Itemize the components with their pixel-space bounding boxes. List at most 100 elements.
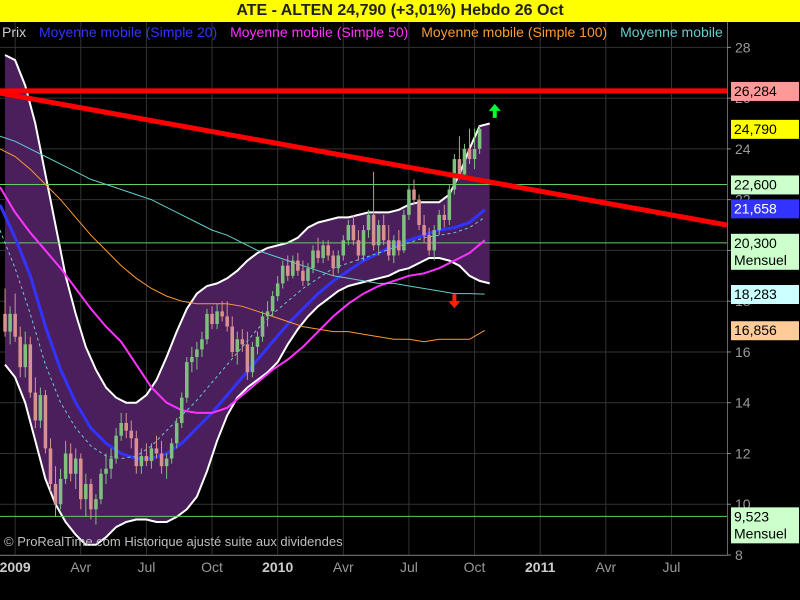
candle-body xyxy=(381,225,386,241)
candle-body xyxy=(331,255,335,269)
candle-body xyxy=(58,478,63,505)
candle-body xyxy=(336,255,341,269)
candle-body xyxy=(185,362,189,398)
candle-body xyxy=(68,453,73,474)
x-tick-label: 2011 xyxy=(525,559,556,575)
candle-body xyxy=(437,214,441,231)
candle-body xyxy=(245,344,250,373)
level-badge-text: Mensuel xyxy=(734,525,787,541)
candle-body xyxy=(402,214,406,251)
candle-body xyxy=(260,316,265,337)
value-badge-text: 16,856 xyxy=(734,322,777,338)
candle-body xyxy=(447,189,452,220)
level-badge-text: 22,600 xyxy=(734,176,777,192)
candle-body xyxy=(94,499,98,510)
candle-body xyxy=(73,458,78,474)
value-badge-text: 21,658 xyxy=(734,200,777,216)
candle-body xyxy=(225,316,229,327)
candle-body xyxy=(195,349,199,358)
candle-body xyxy=(230,326,235,352)
x-tick-label: Jul xyxy=(663,559,681,575)
y-tick-label: 12 xyxy=(735,445,751,461)
x-tick-label: Jul xyxy=(137,559,155,575)
candle-body xyxy=(174,423,179,444)
candle-body xyxy=(215,311,219,325)
candle-body xyxy=(3,313,7,332)
candle-body xyxy=(235,339,240,352)
candle-body xyxy=(296,260,300,271)
plot-area xyxy=(0,54,727,546)
candle-body xyxy=(316,250,320,259)
candle-body xyxy=(422,225,426,236)
level-badge-text: Mensuel xyxy=(734,252,787,268)
candle-body xyxy=(119,423,123,436)
candle-body xyxy=(28,344,33,393)
candle-body xyxy=(164,458,169,467)
candle-body xyxy=(139,456,144,467)
x-tick-label: Jul xyxy=(400,559,418,575)
candle-body xyxy=(154,448,159,454)
candle-body xyxy=(477,128,482,149)
candle-body xyxy=(144,456,149,462)
x-tick-label: Oct xyxy=(464,559,486,575)
candle-body xyxy=(114,435,118,459)
candle-body xyxy=(417,199,421,226)
candle-body xyxy=(18,336,22,368)
legend: Prix Moyenne mobile (Simple 20) Moyenne … xyxy=(2,24,724,40)
candle-body xyxy=(306,268,310,281)
candle-body xyxy=(89,483,93,510)
y-tick-label: 8 xyxy=(735,547,743,563)
candle-body xyxy=(220,311,224,317)
candle-body xyxy=(371,214,376,246)
candle-body xyxy=(321,245,325,259)
candle-body xyxy=(366,214,371,231)
candle-body xyxy=(280,265,285,284)
candle-body xyxy=(301,270,305,281)
x-tick-label: Avr xyxy=(333,559,354,575)
candle-body xyxy=(397,240,401,251)
candle-body xyxy=(104,468,108,474)
candle-body xyxy=(179,397,184,424)
candle-body xyxy=(270,296,275,312)
candle-body xyxy=(361,230,366,256)
x-tick-label: 2009 xyxy=(0,559,31,575)
legend-item-sma20: Moyenne mobile (Simple 20) xyxy=(39,24,218,40)
candle-body xyxy=(124,423,128,431)
candle-body xyxy=(134,438,139,467)
candle-body xyxy=(457,159,462,175)
candle-body xyxy=(442,214,447,220)
candle-body xyxy=(159,453,164,467)
candle-body xyxy=(23,344,28,368)
copyright-notice: © ProRealTime.com Historique ajusté suit… xyxy=(4,534,343,549)
candle-body xyxy=(53,483,58,505)
arrow-up-icon xyxy=(488,103,501,118)
candle-body xyxy=(265,311,270,317)
x-tick-label: Oct xyxy=(201,559,223,575)
y-tick-label: 16 xyxy=(735,344,751,360)
candle-body xyxy=(291,260,295,276)
candle-body xyxy=(275,283,280,297)
candle-body xyxy=(84,483,88,500)
candle-body xyxy=(250,346,255,373)
candle-body xyxy=(63,453,68,479)
candle-body xyxy=(351,225,356,241)
x-tick-label: Avr xyxy=(70,559,91,575)
candle-body xyxy=(8,313,12,332)
candle-body xyxy=(346,225,351,241)
candle-body xyxy=(286,265,290,276)
candle-body xyxy=(79,458,83,500)
y-tick-label: 28 xyxy=(735,39,751,55)
candle-body xyxy=(392,240,396,256)
value-badge-text: 18,283 xyxy=(734,286,777,302)
candle-body xyxy=(407,189,411,215)
level-badge-text: 9,523 xyxy=(734,508,769,524)
candle-body xyxy=(255,336,260,347)
price-chart[interactable]: 8101214161820222426282009AvrJulOct2010Av… xyxy=(0,0,800,600)
candle-body xyxy=(48,448,53,484)
x-tick-label: Avr xyxy=(595,559,616,575)
candle-body xyxy=(341,240,346,256)
candle-body xyxy=(462,148,467,175)
candle-body xyxy=(412,189,416,200)
legend-item-prix: Prix xyxy=(2,24,27,40)
candle-body xyxy=(109,458,113,469)
